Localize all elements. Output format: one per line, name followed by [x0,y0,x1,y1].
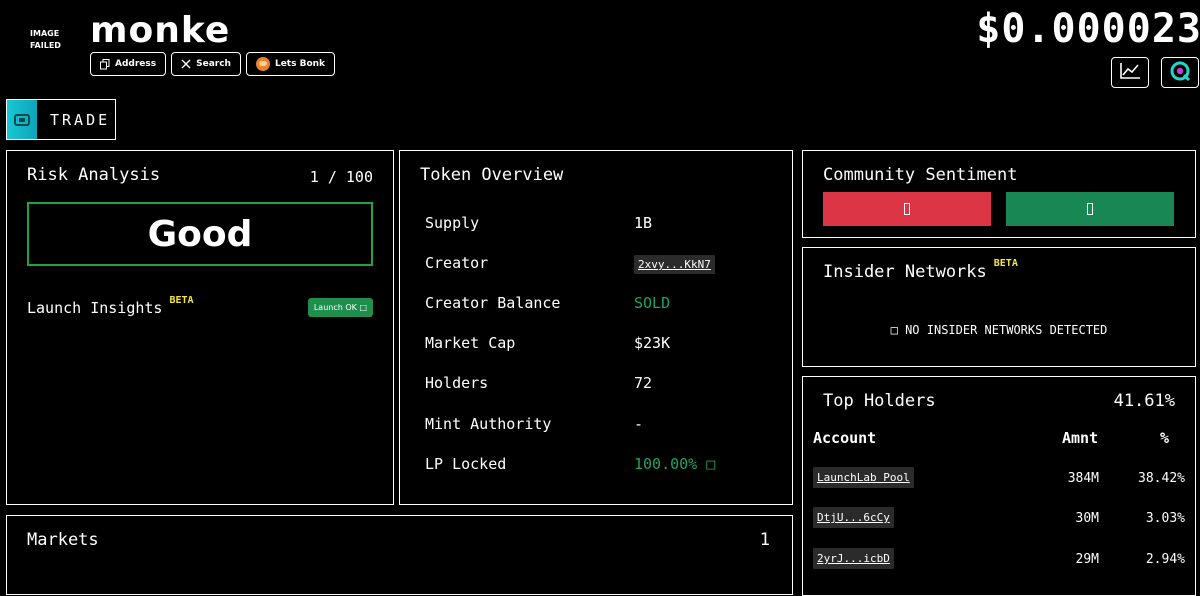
downvote-button[interactable] [823,192,991,226]
beta-badge: BETA [993,258,1018,269]
launch-status-badge[interactable]: Launch OK □ [307,298,373,317]
community-sentiment-card: Community Sentiment [802,150,1196,238]
token-image-placeholder: IMAGE FAILED [30,29,61,50]
x-logo-icon [181,59,191,69]
chart-button[interactable] [1111,57,1149,88]
holder-pct: 38.42% [1138,471,1185,486]
holder-row: 2yrJ...icbD 29M 2.94% [813,548,1185,572]
top-holders-title: Top Holders [823,391,936,411]
overview-row-lp-locked: LP Locked 100.00% □ [425,455,716,473]
insider-networks-message: □ NO INSIDER NETWORKS DETECTED [890,323,1108,337]
overview-row-creator-balance: Creator Balance SOLD [425,294,671,312]
column-header-pct: % [1160,429,1170,447]
lp-locked-value: 100.00% □ [634,455,716,473]
chart-icon [1119,62,1141,84]
launch-insights-label: Launch Insights BETA [27,295,194,317]
app-logo-icon [1169,60,1191,86]
search-button[interactable]: Search [171,52,241,76]
supply-value: 1B [634,214,653,232]
holder-pct: 3.03% [1145,511,1185,526]
markets-card[interactable]: Markets 1 [6,515,793,595]
token-name: monke [90,10,231,51]
insider-networks-card: Insider Networks BETA □ NO INSIDER NETWOR… [802,247,1196,367]
thumbs-down-icon [904,203,910,215]
trade-button-label: TRADE [50,110,111,129]
insider-networks-title: Insider Networks BETA [823,258,1018,282]
markets-count: 1 [759,530,770,550]
holder-row: DtjU...6cCy 30M 3.03% [813,507,1185,531]
holder-pct: 2.94% [1145,552,1185,567]
search-button-label: Search [196,59,231,69]
copy-icon [100,58,110,70]
trade-logo-icon [7,100,37,139]
holder-amount: 30M [1075,511,1099,526]
holder-account-link[interactable]: LaunchLab Pool [813,467,914,488]
risk-score: 1 / 100 [309,168,373,186]
app-logo-button[interactable] [1161,57,1199,88]
bonk-logo-icon [255,57,270,71]
lets-bonk-button[interactable]: Lets Bonk [245,52,336,76]
thumbs-up-icon [1087,203,1093,215]
community-sentiment-title: Community Sentiment [823,165,1018,185]
risk-analysis-title: Risk Analysis [27,165,161,185]
address-button[interactable]: Address [90,52,167,76]
lets-bonk-label: Lets Bonk [274,59,326,69]
token-overview-title: Token Overview [420,165,564,185]
overview-row-holders: Holders 72 [425,374,653,392]
trade-button[interactable]: TRADE [6,99,116,140]
market-cap-value: $23K [634,334,671,352]
creator-balance-value: SOLD [634,294,671,312]
column-header-amount: Amnt [1062,429,1099,447]
holder-account-link[interactable]: 2yrJ...icbD [813,548,894,569]
token-links: Address Search Lets Bonk [90,52,336,76]
beta-badge: BETA [169,295,194,306]
markets-title: Markets [27,530,99,550]
holders-value: 72 [634,374,653,392]
holder-amount: 384M [1067,471,1099,486]
risk-rating: Good [27,202,373,266]
risk-analysis-card: Risk Analysis 1 / 100 Good Launch Insigh… [6,150,394,505]
token-overview-card: Token Overview Supply 1B Creator 2xvy...Kk… [399,150,793,505]
holder-row: LaunchLab Pool 384M 38.42% [813,467,1185,491]
holder-account-link[interactable]: DtjU...6cCy [813,507,894,528]
overview-row-creator: Creator 2xvy...KkN7 [425,254,765,274]
address-button-label: Address [115,59,157,69]
top-holders-card: Top Holders 41.61% Account Amnt % Launch… [802,376,1196,596]
overview-row-market-cap: Market Cap $23K [425,334,671,352]
token-price: $0.000023 [976,6,1200,52]
upvote-button[interactable] [1006,192,1174,226]
overview-row-supply: Supply 1B [425,214,653,232]
top-holders-total-pct: 41.61% [1113,391,1175,411]
creator-address-link[interactable]: 2xvy...KkN7 [634,255,715,274]
column-header-account: Account [813,429,877,447]
overview-row-mint-authority: Mint Authority - [425,415,644,433]
mint-authority-value: - [634,415,644,433]
holder-amount: 29M [1075,552,1099,567]
